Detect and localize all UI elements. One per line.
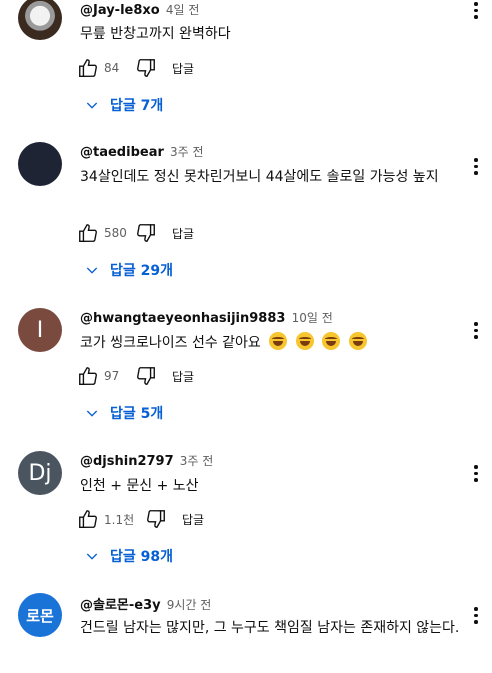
- dislike-icon[interactable]: [134, 56, 158, 80]
- replies-label: 답글 5개: [110, 406, 164, 422]
- author-handle[interactable]: @taedibear: [80, 145, 164, 160]
- laughing-emoji-icon: [322, 332, 341, 350]
- comment-header: @hwangtaeyeonhasijin9883 10일 전: [80, 309, 333, 326]
- reply-button[interactable]: 답글: [182, 511, 204, 528]
- replies-label: 답글 7개: [110, 98, 164, 114]
- view-replies-button[interactable]: 답글 5개: [84, 401, 163, 425]
- like-count: 580: [104, 226, 127, 240]
- comment-text-row: 코가 씽크로나이즈 선수 같아요: [80, 332, 450, 354]
- more-options-icon[interactable]: [472, 322, 480, 339]
- dislike-icon[interactable]: [134, 221, 158, 245]
- comment-time[interactable]: 9시간 전: [167, 598, 212, 612]
- comment-time[interactable]: 4일 전: [166, 3, 200, 17]
- comment-header: @taedibear 3주 전: [80, 143, 204, 160]
- comment-header: @솔로몬-e3y 9시간 전: [80, 594, 211, 613]
- view-replies-button[interactable]: 답글 29개: [84, 258, 173, 282]
- avatar[interactable]: 로몬: [18, 593, 62, 637]
- view-replies-button[interactable]: 답글 98개: [84, 544, 173, 568]
- like-icon[interactable]: [76, 221, 100, 245]
- comment-text: 건드릴 남자는 많지만, 그 누구도 책임질 남자는 존재하지 않는다.: [80, 620, 460, 636]
- comment-header: @Jay-le8xo 4일 전: [80, 1, 199, 18]
- author-handle[interactable]: @Jay-le8xo: [80, 3, 160, 18]
- comment-time[interactable]: 3주 전: [180, 454, 214, 468]
- comment-text: 코가 씽크로나이즈 선수 같아요: [80, 335, 261, 351]
- more-options-icon[interactable]: [472, 2, 480, 19]
- laughing-emoji-icon: [348, 332, 367, 350]
- author-handle[interactable]: @hwangtaeyeonhasijin9883: [80, 311, 285, 326]
- like-count: 1.1천: [104, 512, 135, 527]
- dislike-icon[interactable]: [134, 364, 158, 388]
- comment-actions: 580 답글: [76, 221, 194, 245]
- like-count: 84: [104, 61, 120, 75]
- comment-actions: 1.1천 답글: [76, 507, 204, 531]
- avatar[interactable]: [18, 142, 62, 186]
- comment-actions: 84 답글: [76, 56, 194, 80]
- author-handle[interactable]: @djshin2797: [80, 454, 174, 469]
- reply-button[interactable]: 답글: [172, 225, 194, 242]
- chevron-down-icon: [84, 97, 100, 113]
- more-options-icon[interactable]: [472, 607, 480, 624]
- laughing-emoji-icon: [269, 332, 288, 350]
- like-icon[interactable]: [76, 507, 100, 531]
- chevron-down-icon: [84, 405, 100, 421]
- comment-text: 34살인데도 정신 못차린거보니 44살에도 솔로일 가능성 높지: [80, 169, 439, 185]
- avatar[interactable]: I: [18, 308, 62, 352]
- chevron-down-icon: [84, 548, 100, 564]
- like-count: 97: [104, 369, 120, 383]
- comment-actions: 97 답글: [76, 364, 194, 388]
- dislike-icon[interactable]: [144, 507, 168, 531]
- view-replies-button[interactable]: 답글 7개: [84, 93, 163, 117]
- reply-button[interactable]: 답글: [172, 368, 194, 385]
- laughing-emoji-icon: [295, 332, 314, 350]
- comment-text: 인천 + 문신 + 노산: [80, 478, 199, 494]
- more-options-icon[interactable]: [472, 158, 480, 175]
- comment-text: 무릎 반창고까지 완벽하다: [80, 26, 231, 42]
- replies-label: 답글 98개: [110, 549, 173, 565]
- avatar[interactable]: [18, 0, 62, 40]
- avatar[interactable]: Dj: [18, 451, 62, 495]
- like-icon[interactable]: [76, 364, 100, 388]
- comment-time[interactable]: 10일 전: [292, 311, 333, 325]
- like-icon[interactable]: [76, 56, 100, 80]
- chevron-down-icon: [84, 262, 100, 278]
- author-handle[interactable]: @솔로몬-e3y: [80, 598, 161, 613]
- comment-header: @djshin2797 3주 전: [80, 452, 213, 469]
- replies-label: 답글 29개: [110, 263, 173, 279]
- reply-button[interactable]: 답글: [172, 60, 194, 77]
- more-options-icon[interactable]: [472, 465, 480, 482]
- comment-time[interactable]: 3주 전: [170, 145, 204, 159]
